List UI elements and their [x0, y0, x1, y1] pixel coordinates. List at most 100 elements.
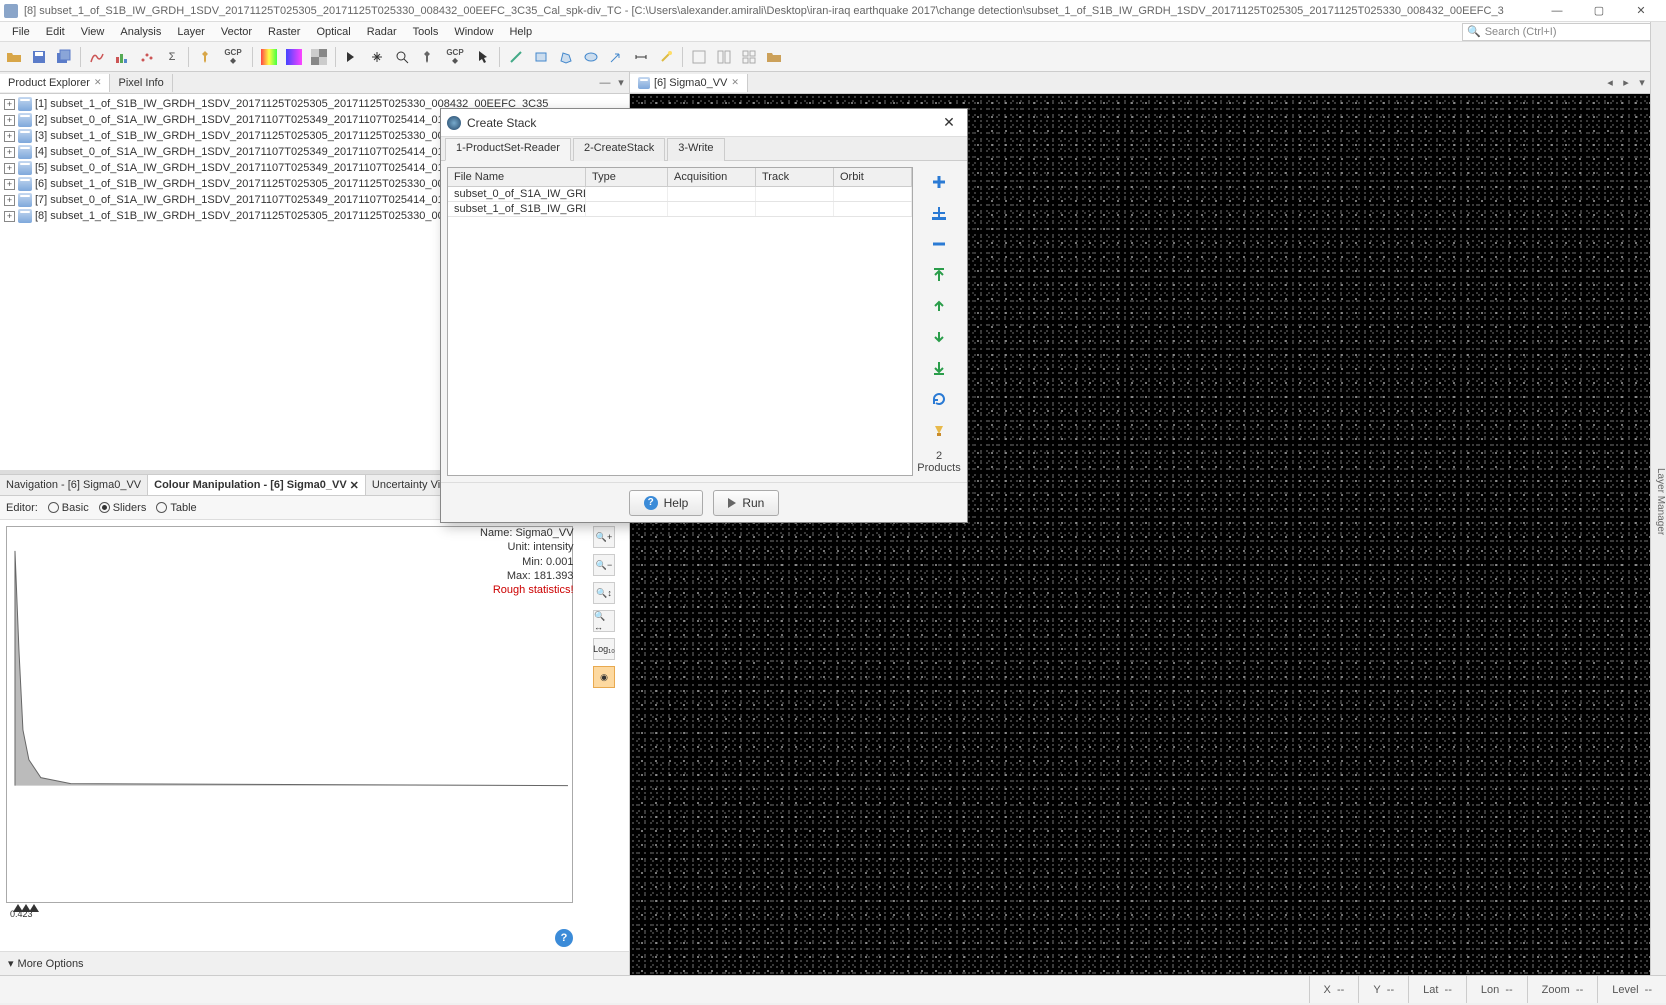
- layout1-icon[interactable]: [687, 45, 711, 69]
- search-input[interactable]: 🔍 Search (Ctrl+I): [1462, 23, 1662, 41]
- col-track[interactable]: Track: [756, 168, 834, 186]
- more-options-bar[interactable]: ▾ More Options: [0, 951, 629, 975]
- range-icon[interactable]: [629, 45, 653, 69]
- expand-icon[interactable]: +: [4, 179, 15, 190]
- scatter-icon[interactable]: [135, 45, 159, 69]
- radio-table[interactable]: Table: [156, 502, 196, 514]
- expand-icon[interactable]: +: [4, 115, 15, 126]
- dialog-tab-write[interactable]: 3-Write: [667, 138, 724, 161]
- close-button[interactable]: ✕: [1620, 0, 1662, 22]
- menu-analysis[interactable]: Analysis: [112, 24, 169, 40]
- file-table[interactable]: File Name Type Acquisition Track Orbit s…: [447, 167, 913, 476]
- expand-icon[interactable]: +: [4, 147, 15, 158]
- tab-pixel-info[interactable]: Pixel Info: [110, 74, 172, 92]
- remove-button[interactable]: [928, 233, 950, 255]
- menu-file[interactable]: File: [4, 24, 38, 40]
- layout2-icon[interactable]: [712, 45, 736, 69]
- zoom-icon[interactable]: [390, 45, 414, 69]
- tab-product-explorer[interactable]: Product Explorer ✕: [0, 74, 110, 92]
- profile-icon[interactable]: [85, 45, 109, 69]
- close-icon[interactable]: ✕: [94, 77, 102, 88]
- nav-right-icon[interactable]: ▸: [1618, 76, 1634, 89]
- radio-basic[interactable]: Basic: [48, 502, 89, 514]
- menu-vector[interactable]: Vector: [213, 24, 260, 40]
- expand-icon[interactable]: +: [4, 211, 15, 222]
- help-button[interactable]: ?Help: [629, 490, 704, 516]
- image-tab[interactable]: [6] Sigma0_VV ✕: [630, 74, 748, 92]
- help-icon[interactable]: ?: [555, 929, 573, 947]
- run-button[interactable]: Run: [713, 490, 779, 516]
- save-all-icon[interactable]: [52, 45, 76, 69]
- gcp-tool-icon[interactable]: GCP⬥: [440, 45, 470, 69]
- palette1-icon[interactable]: [257, 45, 281, 69]
- pin-tool-icon[interactable]: [415, 45, 439, 69]
- gcp-icon[interactable]: GCP⬥: [218, 45, 248, 69]
- close-icon[interactable]: ✕: [350, 479, 359, 492]
- save-icon[interactable]: [27, 45, 51, 69]
- palette2-icon[interactable]: [282, 45, 306, 69]
- slider-max-handle[interactable]: [29, 904, 39, 912]
- clear-button[interactable]: [928, 419, 950, 441]
- add-button[interactable]: [928, 171, 950, 193]
- panel-dropdown-icon[interactable]: ▾: [1634, 76, 1650, 89]
- move-down-button[interactable]: [928, 326, 950, 348]
- log-scale-button[interactable]: Log₁₀: [593, 638, 615, 660]
- chart-icon[interactable]: [110, 45, 134, 69]
- tab-colour-manipulation[interactable]: Colour Manipulation - [6] Sigma0_VV✕: [148, 475, 366, 495]
- zoom-in-y-icon[interactable]: 🔍↕: [593, 582, 615, 604]
- pan-icon[interactable]: [365, 45, 389, 69]
- cursor-icon[interactable]: [471, 45, 495, 69]
- expand-icon[interactable]: +: [4, 131, 15, 142]
- table-row[interactable]: subset_0_of_S1A_IW_GRDH_...: [448, 187, 912, 202]
- maximize-button[interactable]: ▢: [1578, 0, 1620, 22]
- stats-icon[interactable]: Σ: [160, 45, 184, 69]
- col-filename[interactable]: File Name: [448, 168, 586, 186]
- open-icon[interactable]: [2, 45, 26, 69]
- zoom-out-y-icon[interactable]: 🔍↔: [593, 610, 615, 632]
- layout3-icon[interactable]: [737, 45, 761, 69]
- menu-window[interactable]: Window: [446, 24, 501, 40]
- tab-navigation[interactable]: Navigation - [6] Sigma0_VV: [0, 475, 148, 495]
- draw-rect-icon[interactable]: [529, 45, 553, 69]
- panel-minimize-icon[interactable]: —: [597, 77, 613, 89]
- menu-tools[interactable]: Tools: [405, 24, 447, 40]
- palette3-icon[interactable]: [307, 45, 331, 69]
- panel-dropdown-icon[interactable]: ▾: [613, 76, 629, 89]
- nav-left-icon[interactable]: ◂: [1602, 76, 1618, 89]
- col-acquisition[interactable]: Acquisition: [668, 168, 756, 186]
- layer-manager-sidetab[interactable]: Layer Manager: [1650, 22, 1666, 975]
- menu-help[interactable]: Help: [501, 24, 540, 40]
- dialog-close-button[interactable]: ✕: [937, 114, 961, 131]
- auto-stretch-button[interactable]: ◉: [593, 666, 615, 688]
- radio-sliders[interactable]: Sliders: [99, 502, 147, 514]
- expand-icon[interactable]: +: [4, 163, 15, 174]
- close-icon[interactable]: ✕: [731, 77, 739, 88]
- col-orbit[interactable]: Orbit: [834, 168, 912, 186]
- move-up-button[interactable]: [928, 295, 950, 317]
- menu-optical[interactable]: Optical: [308, 24, 358, 40]
- menu-view[interactable]: View: [73, 24, 113, 40]
- menu-edit[interactable]: Edit: [38, 24, 73, 40]
- slider-track[interactable]: [13, 904, 566, 912]
- dialog-tab-reader[interactable]: 1-ProductSet-Reader: [445, 138, 571, 161]
- draw-ellipse-icon[interactable]: [579, 45, 603, 69]
- dialog-tab-createstack[interactable]: 2-CreateStack: [573, 138, 665, 161]
- arrow-icon[interactable]: [340, 45, 364, 69]
- menu-raster[interactable]: Raster: [260, 24, 308, 40]
- col-type[interactable]: Type: [586, 168, 668, 186]
- draw-arrow-icon[interactable]: [604, 45, 628, 69]
- draw-poly-icon[interactable]: [554, 45, 578, 69]
- menu-radar[interactable]: Radar: [359, 24, 405, 40]
- dialog-titlebar[interactable]: Create Stack ✕: [441, 109, 967, 137]
- move-bottom-button[interactable]: [928, 357, 950, 379]
- draw-line-icon[interactable]: [504, 45, 528, 69]
- expand-icon[interactable]: +: [4, 195, 15, 206]
- folder-icon[interactable]: [762, 45, 786, 69]
- pin-icon[interactable]: [193, 45, 217, 69]
- minimize-button[interactable]: —: [1536, 0, 1578, 22]
- add-opened-button[interactable]: [928, 202, 950, 224]
- zoom-out-x-icon[interactable]: 🔍−: [593, 554, 615, 576]
- move-top-button[interactable]: [928, 264, 950, 286]
- table-row[interactable]: subset_1_of_S1B_IW_GRDH_...: [448, 202, 912, 217]
- expand-icon[interactable]: +: [4, 99, 15, 110]
